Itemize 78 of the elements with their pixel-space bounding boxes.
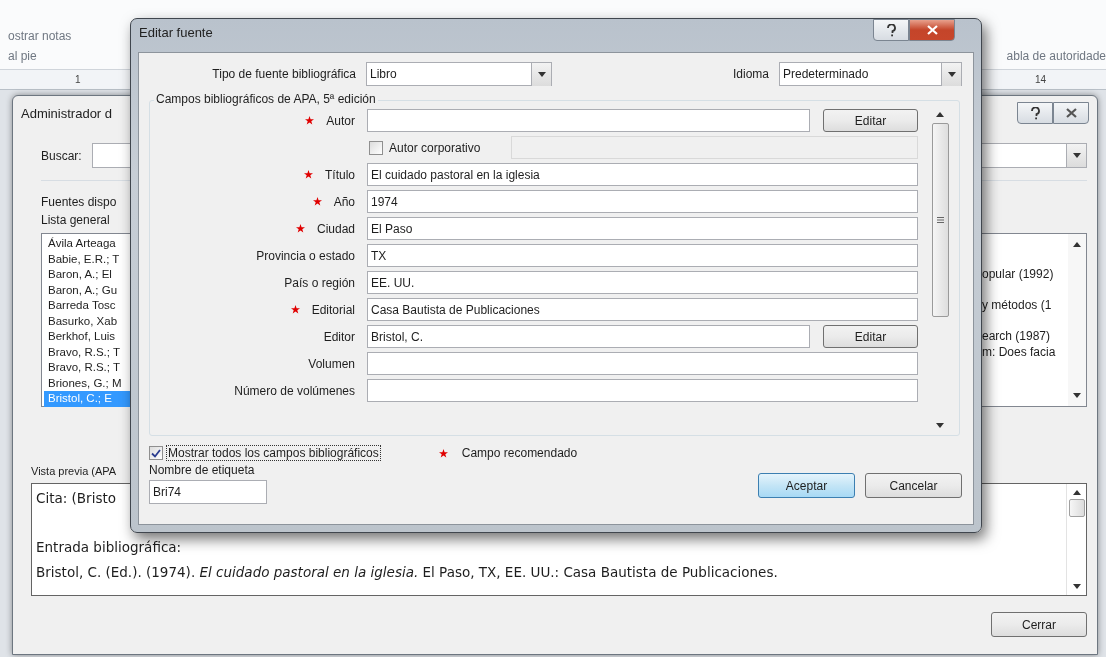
- list-label: Lista general: [41, 213, 110, 227]
- scrollbar[interactable]: [1066, 484, 1086, 595]
- field-label: Editorial: [311, 302, 355, 317]
- scroll-down-icon[interactable]: [1072, 584, 1081, 589]
- language-label: Idioma: [732, 67, 769, 81]
- edit-button[interactable]: Editar: [823, 325, 918, 348]
- close-icon: [1065, 108, 1077, 118]
- scroll-down-icon[interactable]: [1073, 393, 1081, 398]
- field-label: Título: [325, 167, 355, 182]
- legend-text: Campo recomendado: [461, 446, 578, 460]
- help-button[interactable]: [1017, 102, 1053, 124]
- help-icon: [886, 23, 896, 37]
- edit-button[interactable]: Editar: [823, 109, 918, 132]
- input-field[interactable]: Casa Bautista de Publicaciones: [367, 298, 918, 321]
- field-label: Volumen: [308, 356, 355, 371]
- input-field[interactable]: [367, 379, 918, 402]
- close-button[interactable]: [1053, 102, 1089, 124]
- entry-label: Entrada bibliográfica:: [36, 538, 182, 557]
- window-title: Administrador d: [21, 105, 113, 121]
- list-item[interactable]: earch (1987): [982, 329, 1068, 345]
- field-label: Número de volúmenes: [234, 383, 355, 398]
- sources-label: Fuentes dispo: [41, 195, 117, 209]
- scroll-down-icon[interactable]: [936, 423, 944, 428]
- input-field[interactable]: [367, 352, 918, 375]
- ruler-number: 14: [1034, 74, 1046, 85]
- grip-icon: [936, 217, 944, 223]
- source-type-select[interactable]: Libro: [366, 62, 552, 86]
- help-icon: [1030, 106, 1040, 120]
- preview-label: Vista previa (APA: [31, 465, 117, 477]
- close-icon: [926, 25, 938, 35]
- ruler-number: 1: [75, 74, 81, 85]
- scroll-up-icon[interactable]: [936, 112, 944, 117]
- input-field[interactable]: El cuidado pastoral en la iglesia: [367, 163, 918, 186]
- dialog-title: Editar fuente: [139, 25, 213, 40]
- source-type-label: Tipo de fuente bibliográfica: [212, 67, 356, 81]
- close-button[interactable]: Cerrar: [991, 612, 1087, 637]
- caret-icon[interactable]: [1072, 153, 1081, 158]
- required-icon: [438, 448, 448, 458]
- field-label: Autor: [326, 113, 355, 128]
- scroll-up-icon[interactable]: [1073, 242, 1081, 247]
- field-label: Provincia o estado: [256, 248, 355, 263]
- list-item[interactable]: m: Does facia: [982, 344, 1068, 360]
- field-label: Editor: [323, 329, 355, 344]
- input-field[interactable]: TX: [367, 244, 918, 267]
- search-label: Buscar:: [41, 148, 82, 163]
- field-label: País o región: [284, 275, 355, 290]
- input-field[interactable]: El Paso: [367, 217, 918, 240]
- dropdown-button[interactable]: [1066, 144, 1086, 167]
- input-field[interactable]: EE. UU.: [367, 271, 918, 294]
- checkbox-label: Autor corporativo: [389, 140, 481, 155]
- tag-label: Nombre de etiqueta: [149, 463, 256, 477]
- checkbox-label: Mostrar todos los campos bibliográficos: [166, 445, 381, 461]
- scroll-up-icon[interactable]: [1072, 490, 1081, 495]
- list-item[interactable]: opular (1992): [982, 267, 1068, 283]
- input-field[interactable]: [367, 109, 810, 132]
- check-icon: [151, 448, 161, 458]
- checkbox[interactable]: [149, 446, 163, 460]
- checkbox[interactable]: [369, 140, 383, 155]
- group-title: Campos bibliográficos de APA, 5ª edición: [154, 92, 378, 106]
- language-select[interactable]: Predeterminado: [779, 62, 962, 86]
- ribbon-command[interactable]: abla de autoridade: [1006, 49, 1106, 63]
- close-button[interactable]: [909, 19, 955, 41]
- list-item[interactable]: y métodos (1: [982, 298, 1068, 314]
- cancel-button[interactable]: Cancelar: [865, 473, 962, 498]
- help-button[interactable]: [873, 19, 909, 41]
- scrollbar[interactable]: [1068, 234, 1086, 406]
- ribbon-command[interactable]: al pie: [8, 49, 72, 63]
- scroll-thumb[interactable]: [1068, 499, 1085, 517]
- input-field[interactable]: 1974: [367, 190, 918, 213]
- field-label: Año: [333, 194, 355, 209]
- citation-text: Cita: (Bristo: [36, 489, 116, 508]
- tag-field[interactable]: Bri74: [149, 480, 267, 504]
- input-field[interactable]: Bristol, C.: [367, 325, 810, 348]
- field-label: Ciudad: [316, 221, 355, 236]
- bibliography-entry: Bristol, C. (Ed.). (1974). El cuidado pastoral en la iglesia. El Paso, TX, EE. UU.: Casa Bautista de Publicaciones.: [36, 563, 778, 582]
- ribbon-command[interactable]: ostrar notas: [8, 29, 72, 43]
- ok-button[interactable]: Aceptar: [758, 473, 855, 498]
- scroll-thumb[interactable]: [931, 123, 949, 317]
